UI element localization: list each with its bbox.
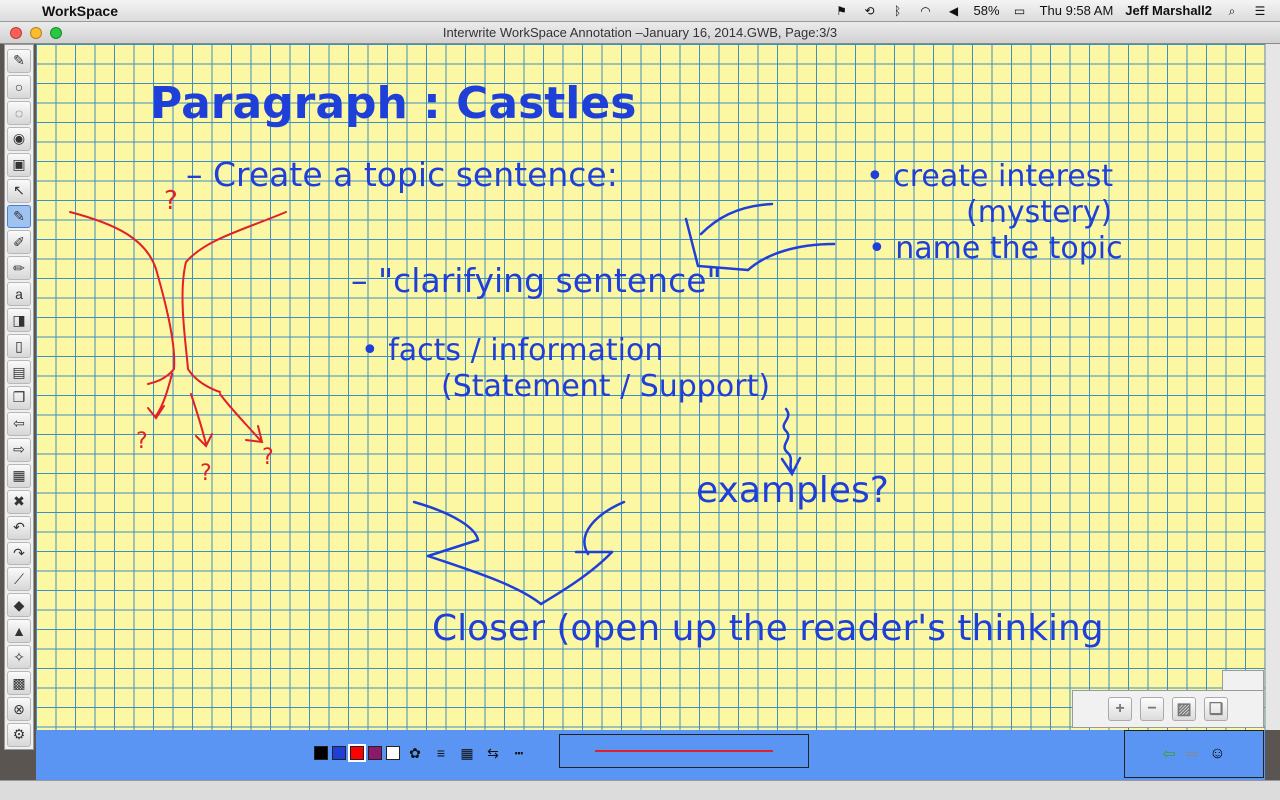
horizontal-scrollbar[interactable]	[0, 780, 1280, 800]
duplicate-page-icon[interactable]: ❏	[1204, 697, 1228, 721]
app-menu[interactable]: WorkSpace	[42, 3, 118, 19]
line-tool-icon[interactable]: ⟋	[7, 567, 31, 592]
copy-page-icon[interactable]: ❐	[7, 385, 31, 410]
capture-tool-icon[interactable]: ▩	[7, 671, 31, 696]
pen-tool-icon[interactable]: ✎	[7, 204, 31, 229]
window-controls	[10, 27, 62, 39]
presentation-tool-icon[interactable]: ▲	[7, 619, 31, 644]
color-swatch-blue[interactable]	[332, 746, 346, 760]
topic-sentence-text: – Create a topic sentence:	[186, 155, 618, 194]
annotation-canvas[interactable]: Paragraph : Castles – Create a topic sen…	[36, 44, 1265, 730]
left-toolbar: ✎ ○ ◌ ◉ ▣ ↖ ✎ ✐ ✏ a ◨ ▯ ▤ ❐ ⇦ ⇨ ▦ ✖ ↶ ↷ …	[4, 44, 34, 750]
clarifying-sentence-text: – "clarifying sentence"	[351, 261, 722, 300]
grid-options-icon[interactable]: ▦	[7, 463, 31, 488]
circle-option-1-icon[interactable]: ○	[7, 74, 31, 99]
eraser-icon[interactable]: ◨	[7, 308, 31, 333]
closer-text: Closer (open up the reader's thinking	[432, 608, 1104, 649]
menu-bar: WorkSpace ⚑ ⟲ ᛒ ◠ ◀ 58% ▭ Thu 9:58 AM Je…	[0, 0, 1280, 22]
bottom-toolbar: ✿ ≡ ▦ ⇆ ┅ ⇦ ⇨ ☺	[36, 730, 1265, 780]
toolbox-menu-icon[interactable]: ✎	[7, 49, 31, 73]
settings-icon[interactable]: ⚙	[7, 722, 31, 747]
new-page-icon[interactable]: ▯	[7, 334, 31, 359]
page-sorter-icon[interactable]: ▤	[7, 360, 31, 384]
red-doodle	[69, 211, 287, 448]
wifi-icon[interactable]: ◠	[918, 4, 934, 18]
exit-icon[interactable]: ⊗	[7, 697, 31, 721]
bullet-name-topic: • name the topic	[868, 231, 1123, 266]
stroke-preview[interactable]	[559, 734, 809, 768]
notification-center-icon[interactable]: ☰	[1252, 4, 1268, 18]
transparency-icon[interactable]: ▦	[456, 743, 478, 763]
window-titlebar: Interwrite WorkSpace Annotation –January…	[0, 22, 1280, 44]
color-swatch-red[interactable]	[348, 744, 366, 762]
battery-percent: 58%	[973, 3, 1000, 18]
statement-support-text: (Statement / Support)	[441, 369, 770, 404]
page-options-icon[interactable]: ▨	[1172, 697, 1196, 721]
color-picker-icon[interactable]: ✿	[404, 743, 426, 763]
back-arrow-icon[interactable]: ⇦	[1162, 744, 1175, 764]
people-icon[interactable]: ☺	[1209, 745, 1225, 763]
vertical-scrollbar[interactable]	[1265, 44, 1280, 730]
heading-text: Paragraph : Castles	[150, 78, 636, 129]
dash-style-icon[interactable]: ┅	[508, 743, 530, 763]
time-machine-icon[interactable]: ⟲	[862, 4, 878, 18]
page-navigation: ⇦ ⇨ ☺	[1124, 730, 1264, 778]
zoom-in-button[interactable]: +	[1108, 697, 1132, 721]
highlighter-icon[interactable]: ✐	[7, 230, 31, 255]
ink-layer: Paragraph : Castles – Create a topic sen…	[69, 78, 1123, 649]
next-page-icon[interactable]: ⇨	[7, 437, 31, 462]
color-swatch-white[interactable]	[386, 746, 400, 760]
zoom-panel: + − ▨ ❏	[1072, 690, 1264, 728]
save-icon[interactable]: ▣	[7, 152, 31, 177]
question-mark-middle: ?	[200, 461, 212, 486]
shapes-tool-icon[interactable]: ◆	[7, 593, 31, 618]
examples-text: examples?	[696, 470, 889, 511]
spotlight-tool-icon[interactable]: ✧	[7, 645, 31, 670]
window-title: Interwrite WorkSpace Annotation –January…	[442, 25, 838, 40]
previous-page-icon[interactable]: ⇦	[7, 411, 31, 436]
color-swatch-black[interactable]	[314, 746, 328, 760]
flag-icon[interactable]: ⚑	[834, 4, 850, 18]
question-mark-left: ?	[136, 429, 148, 454]
battery-icon[interactable]: ▭	[1012, 4, 1028, 18]
facts-information-text: • facts / information	[361, 333, 663, 368]
volume-icon[interactable]: ◀	[946, 4, 962, 18]
color-swatch-purple[interactable]	[368, 746, 382, 760]
clear-page-icon[interactable]: ✖	[7, 489, 31, 514]
handwriting-recognition-icon[interactable]: a	[7, 282, 31, 307]
minimize-window-button[interactable]	[30, 27, 42, 39]
line-style-icon[interactable]: ⇆	[482, 743, 504, 763]
circle-option-2-icon[interactable]: ◌	[7, 100, 31, 125]
redo-icon[interactable]: ↷	[7, 541, 31, 566]
zoom-out-button[interactable]: −	[1140, 697, 1164, 721]
undo-icon[interactable]: ↶	[7, 515, 31, 540]
clock[interactable]: Thu 9:58 AM	[1040, 3, 1114, 18]
user-menu[interactable]: Jeff Marshall2	[1125, 3, 1212, 18]
question-mark-right: ?	[262, 445, 274, 470]
question-mark-top: ?	[164, 186, 178, 216]
mouse-mode-icon[interactable]: ◉	[7, 126, 31, 151]
close-window-button[interactable]	[10, 27, 22, 39]
forward-arrow-icon[interactable]: ⇨	[1186, 744, 1199, 764]
bullet-create-interest: • create interest	[866, 159, 1113, 194]
spotlight-search-icon[interactable]: ⌕	[1224, 4, 1240, 18]
select-arrow-icon[interactable]: ↖	[7, 178, 31, 203]
bluetooth-icon[interactable]: ᛒ	[890, 4, 906, 18]
line-width-icon[interactable]: ≡	[430, 743, 452, 763]
stroke-preview-line	[595, 750, 773, 752]
color-palette: ✿ ≡ ▦ ⇆ ┅	[314, 743, 530, 763]
status-area: ⚑ ⟲ ᛒ ◠ ◀ 58% ▭ Thu 9:58 AM Jeff Marshal…	[834, 3, 1280, 18]
marker-icon[interactable]: ✏	[7, 256, 31, 281]
bullet-mystery: (mystery)	[966, 195, 1112, 230]
zoom-window-button[interactable]	[50, 27, 62, 39]
